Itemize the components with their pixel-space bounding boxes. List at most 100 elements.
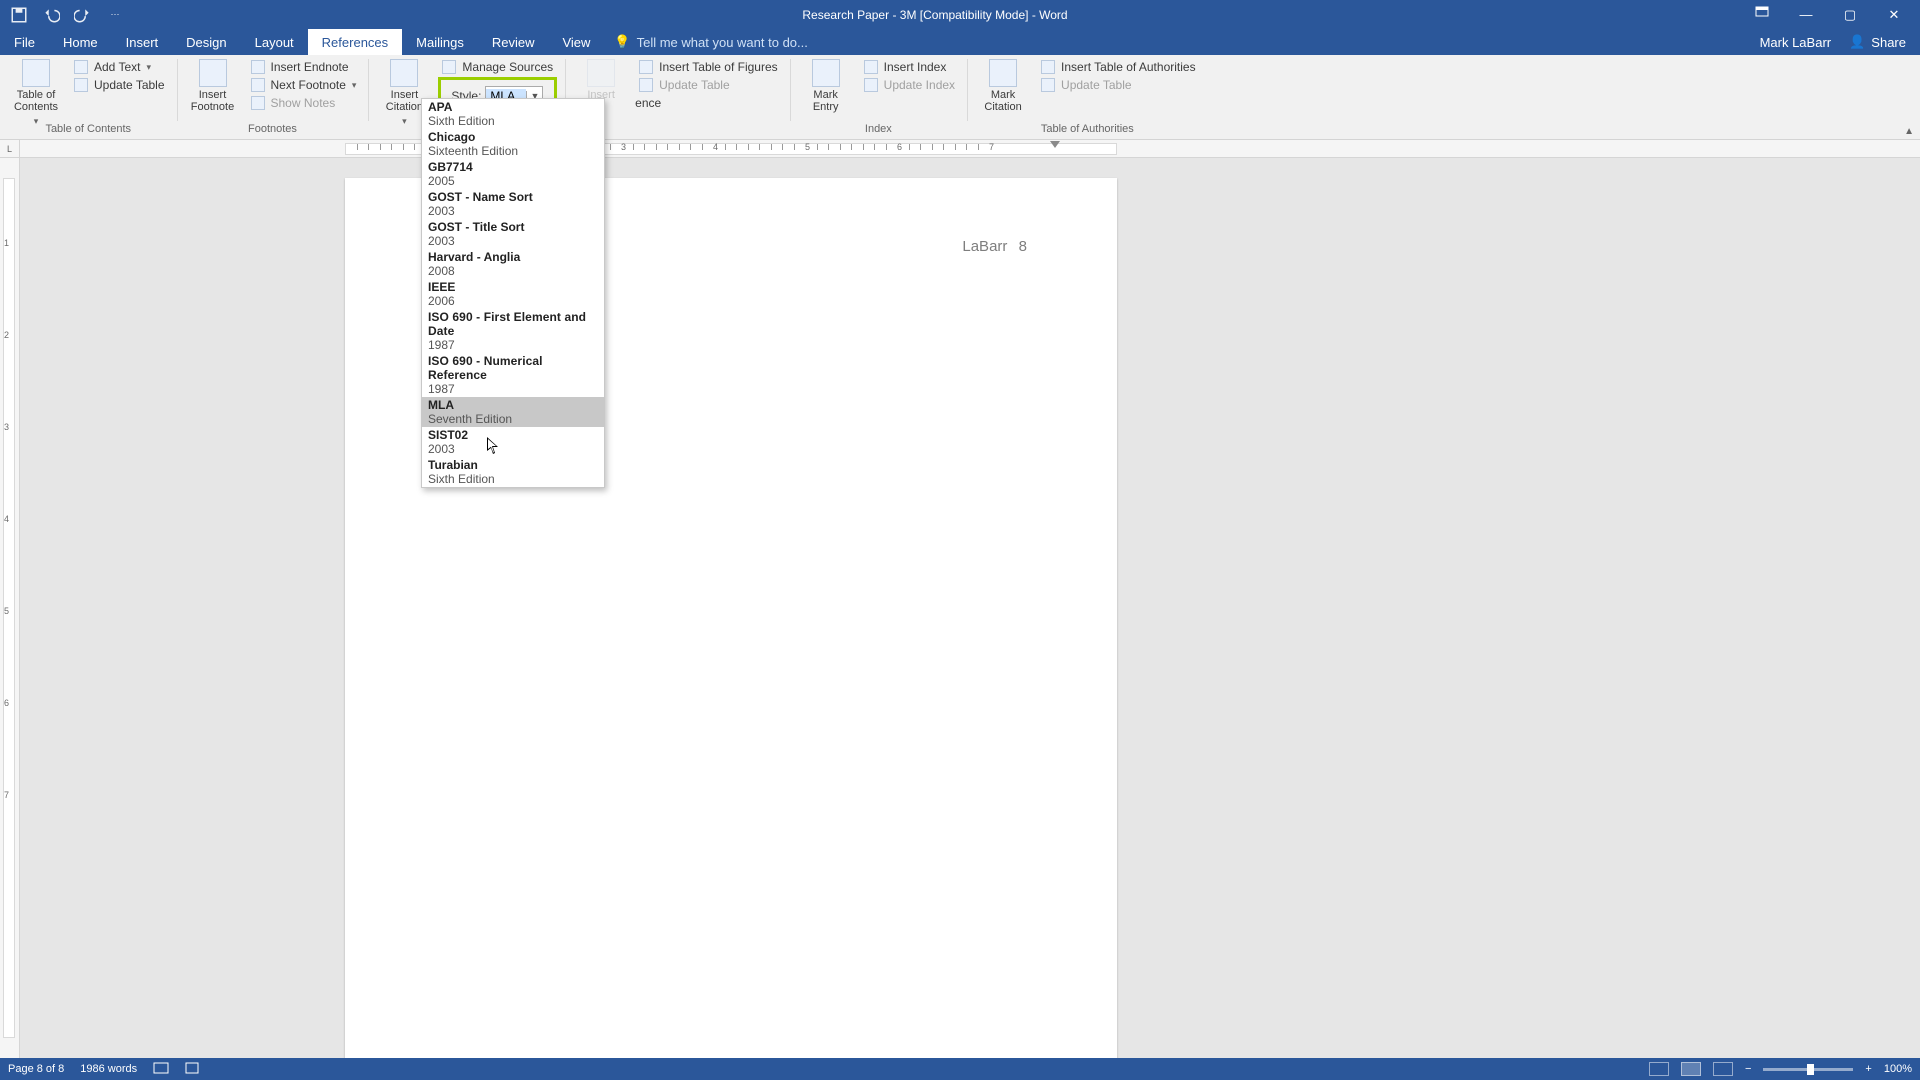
view-read-mode[interactable]	[1649, 1062, 1669, 1076]
vertical-ruler[interactable]: 1234567	[0, 158, 20, 1058]
table-of-contents-button[interactable]: Table of Contents	[8, 57, 64, 127]
spellcheck-icon[interactable]	[153, 1062, 169, 1077]
right-indent-marker[interactable]	[1050, 141, 1060, 148]
zoom-in-button[interactable]: +	[1865, 1063, 1871, 1075]
hruler-tick	[817, 144, 818, 150]
maximize-icon[interactable]: ▢	[1838, 7, 1862, 23]
vruler-number: 6	[4, 698, 9, 708]
zoom-thumb[interactable]	[1807, 1064, 1814, 1075]
status-page[interactable]: Page 8 of 8	[8, 1063, 64, 1075]
style-option-gost-title-sort[interactable]: GOST - Title Sort2003	[422, 219, 604, 249]
style-option-name: APA	[428, 100, 598, 114]
hruler-number: 6	[897, 142, 902, 152]
style-option-name: GOST - Name Sort	[428, 190, 598, 204]
zoom-out-button[interactable]: −	[1745, 1063, 1751, 1075]
collapse-ribbon-icon[interactable]: ▲	[1904, 126, 1914, 137]
style-option-sub: 1987	[428, 382, 598, 397]
view-web-layout[interactable]	[1713, 1062, 1733, 1076]
document-area[interactable]: LaBarr 8	[20, 158, 1920, 1058]
close-icon[interactable]: ✕	[1882, 7, 1906, 23]
style-option-ieee[interactable]: IEEE2006	[422, 279, 604, 309]
share-label: Share	[1871, 35, 1906, 50]
style-option-sub: 2008	[428, 264, 598, 279]
style-option-name: Chicago	[428, 130, 598, 144]
style-option-gost-name-sort[interactable]: GOST - Name Sort2003	[422, 189, 604, 219]
view-print-layout[interactable]	[1681, 1062, 1701, 1076]
tab-home[interactable]: Home	[49, 29, 112, 55]
insert-tof-button[interactable]: Insert Table of Figures	[635, 59, 782, 75]
hruler-tick	[943, 144, 944, 150]
footnote-label: Insert Footnote	[191, 89, 234, 113]
style-option-mla[interactable]: MLASeventh Edition	[422, 397, 604, 427]
hruler-tick	[920, 144, 921, 150]
qat-customize-icon[interactable]: ⋯	[106, 6, 124, 24]
group-footnotes: Insert Footnote Insert Endnote Next Foot…	[177, 55, 369, 139]
tab-file[interactable]: File	[0, 29, 49, 55]
minimize-icon[interactable]: —	[1794, 7, 1818, 22]
tell-me-search[interactable]: 💡 Tell me what you want to do...	[604, 29, 807, 55]
ruler-corner[interactable]: L	[0, 140, 20, 158]
style-option-name: ISO 690 - First Element and Date	[428, 310, 598, 338]
update-toc-icon	[74, 78, 88, 92]
zoom-slider[interactable]	[1763, 1068, 1853, 1071]
redo-icon[interactable]	[74, 6, 92, 24]
style-option-chicago[interactable]: ChicagoSixteenth Edition	[422, 129, 604, 159]
update-toa-icon	[1041, 78, 1055, 92]
hruler-tick	[391, 144, 392, 150]
add-text-button[interactable]: Add Text	[70, 59, 169, 75]
tab-layout[interactable]: Layout	[241, 29, 308, 55]
style-option-iso-690-first-element-and-date[interactable]: ISO 690 - First Element and Date1987	[422, 309, 604, 353]
mark-citation-icon	[989, 59, 1017, 87]
caption-icon	[587, 59, 615, 87]
zoom-level[interactable]: 100%	[1884, 1063, 1912, 1075]
macro-icon[interactable]	[185, 1062, 199, 1077]
citation-label: Insert Citation	[386, 89, 423, 113]
next-footnote-icon	[251, 78, 265, 92]
undo-icon[interactable]	[42, 6, 60, 24]
style-option-gb7714[interactable]: GB77142005	[422, 159, 604, 189]
hruler-tick	[702, 144, 703, 150]
tab-design[interactable]: Design	[172, 29, 240, 55]
update-index-icon	[864, 78, 878, 92]
ribbon-options-icon[interactable]	[1750, 6, 1774, 23]
hruler-tick	[403, 144, 404, 150]
style-option-harvard-anglia[interactable]: Harvard - Anglia2008	[422, 249, 604, 279]
show-notes-icon	[251, 96, 265, 110]
insert-footnote-button[interactable]: Insert Footnote	[185, 57, 241, 113]
insert-toa-button[interactable]: Insert Table of Authorities	[1037, 59, 1200, 75]
style-option-apa[interactable]: APASixth Edition	[422, 99, 604, 129]
style-option-turabian[interactable]: TurabianSixth Edition	[422, 457, 604, 487]
style-dropdown[interactable]: APASixth EditionChicagoSixteenth Edition…	[421, 98, 605, 488]
cross-reference-suffix[interactable]: ence	[635, 95, 782, 111]
tab-insert[interactable]: Insert	[112, 29, 173, 55]
share-button[interactable]: 👤 Share	[1849, 34, 1906, 50]
hruler-tick	[380, 144, 381, 150]
style-option-sub: 2003	[428, 204, 598, 219]
style-option-iso-690-numerical-reference[interactable]: ISO 690 - Numerical Reference1987	[422, 353, 604, 397]
hruler-tick	[656, 144, 657, 150]
insert-toa-label: Insert Table of Authorities	[1061, 60, 1196, 74]
insert-endnote-button[interactable]: Insert Endnote	[247, 59, 361, 75]
tab-references[interactable]: References	[308, 29, 402, 55]
hruler-tick	[771, 144, 772, 150]
insert-caption-button[interactable]: Insert	[573, 57, 629, 101]
insert-index-button[interactable]: Insert Index	[860, 59, 959, 75]
tof-label: Insert Table of Figures	[659, 60, 778, 74]
update-toa-button: Update Table	[1037, 77, 1200, 93]
manage-sources-button[interactable]: Manage Sources	[438, 59, 557, 75]
citation-icon	[390, 59, 418, 87]
horizontal-ruler[interactable]: 234567	[20, 140, 1920, 158]
account-user[interactable]: Mark LaBarr	[1760, 35, 1832, 50]
tab-mailings[interactable]: Mailings	[402, 29, 478, 55]
next-footnote-button[interactable]: Next Footnote	[247, 77, 361, 93]
update-toc-button[interactable]: Update Table	[70, 77, 169, 93]
group-caption: Table of Authorities	[1041, 123, 1134, 139]
status-words[interactable]: 1986 words	[80, 1063, 137, 1075]
style-option-sist02[interactable]: SIST022003	[422, 427, 604, 457]
mark-entry-button[interactable]: Mark Entry	[798, 57, 854, 113]
mark-citation-button[interactable]: Mark Citation	[975, 57, 1031, 113]
tab-review[interactable]: Review	[478, 29, 549, 55]
tell-me-placeholder: Tell me what you want to do...	[637, 35, 808, 50]
save-icon[interactable]	[10, 6, 28, 24]
tab-view[interactable]: View	[548, 29, 604, 55]
